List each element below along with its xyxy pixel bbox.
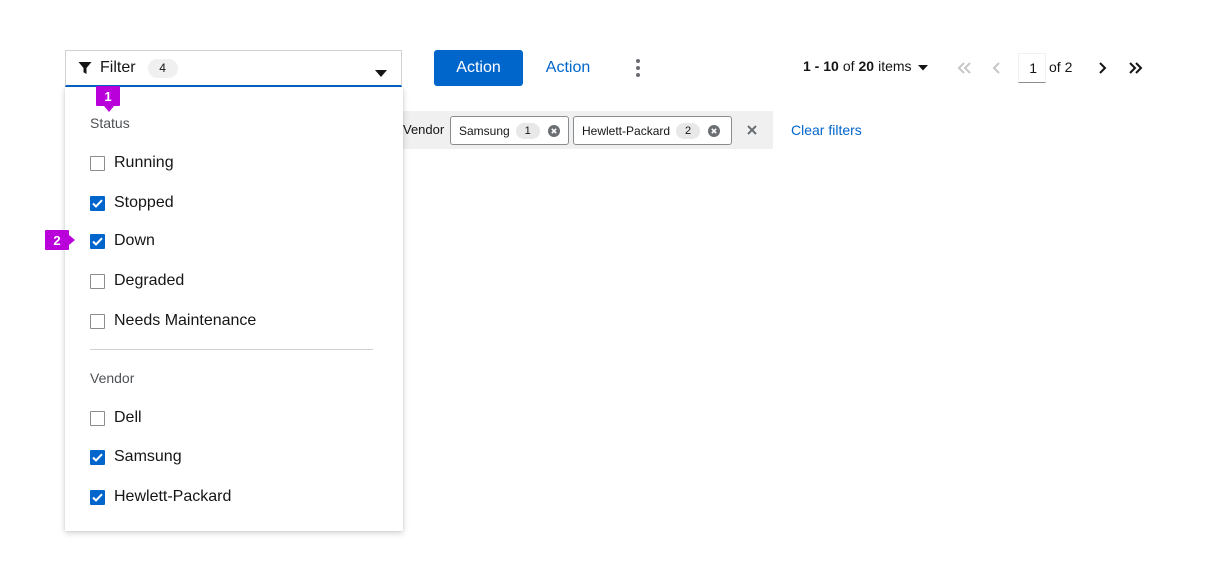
times-icon[interactable] xyxy=(744,122,760,138)
callout-marker-2: 2 xyxy=(45,230,75,250)
checkbox[interactable] xyxy=(90,410,105,426)
times-circle-icon[interactable] xyxy=(708,124,721,137)
filter-toggle[interactable]: Filter 4 xyxy=(65,50,402,87)
option-hewlett-packard[interactable]: Hewlett-Packard xyxy=(90,488,231,506)
filter-icon xyxy=(78,61,92,75)
chip-count-badge: 2 xyxy=(676,122,701,139)
pagination-items-word: items xyxy=(878,58,912,74)
pagination-count-toggle[interactable]: 1 - 10 of 20 items xyxy=(803,58,928,74)
clear-filters-link[interactable]: Clear filters xyxy=(791,122,862,138)
option-label: Needs Maintenance xyxy=(114,312,257,329)
caret-down-icon xyxy=(375,65,387,83)
current-page-input[interactable] xyxy=(1018,53,1046,83)
check-icon[interactable] xyxy=(90,195,105,211)
check-icon[interactable] xyxy=(90,489,105,505)
filter-menu: Status Running Stopped Down Degraded Nee… xyxy=(65,87,403,531)
callout-marker-1: 1 xyxy=(96,86,120,112)
pagination-of-pages: of 2 xyxy=(1049,59,1073,75)
angle-right-icon[interactable] xyxy=(1090,56,1114,80)
check-icon[interactable] xyxy=(90,233,105,249)
times-circle-icon[interactable] xyxy=(547,124,560,137)
option-label: Stopped xyxy=(114,194,174,211)
option-label: Degraded xyxy=(114,272,185,289)
primary-action-button[interactable]: Action xyxy=(434,50,523,86)
chip-hewlett-packard: Hewlett-Packard 2 xyxy=(573,116,732,145)
chip-label: Hewlett-Packard xyxy=(582,123,671,138)
option-running[interactable]: Running xyxy=(90,154,174,172)
kebab-icon[interactable] xyxy=(626,52,650,84)
filter-count-badge: 4 xyxy=(147,58,178,78)
menu-group-title-vendor: Vendor xyxy=(90,370,135,386)
pagination-of: of xyxy=(842,58,855,74)
option-samsung[interactable]: Samsung xyxy=(90,448,182,466)
option-label: Down xyxy=(114,232,155,249)
pagination-range: 1 - 10 xyxy=(803,58,839,74)
checkbox[interactable] xyxy=(90,155,105,171)
angle-left-icon[interactable] xyxy=(985,56,1009,80)
option-down[interactable]: Down xyxy=(90,232,155,250)
check-icon[interactable] xyxy=(90,449,105,465)
option-degraded[interactable]: Degraded xyxy=(90,272,184,290)
chip-samsung: Samsung 1 xyxy=(450,116,569,145)
pagination-total: 20 xyxy=(858,58,875,74)
menu-group-title-status: Status xyxy=(90,115,130,131)
menu-divider xyxy=(90,349,373,350)
option-stopped[interactable]: Stopped xyxy=(90,194,174,212)
option-needs-maintenance[interactable]: Needs Maintenance xyxy=(90,312,256,330)
angle-double-right-icon[interactable] xyxy=(1123,56,1147,80)
checkbox[interactable] xyxy=(90,273,105,289)
filter-label: Filter xyxy=(100,59,136,76)
option-label: Samsung xyxy=(114,448,182,465)
chip-count-badge: 1 xyxy=(515,122,540,139)
checkbox[interactable] xyxy=(90,313,105,329)
chip-label: Samsung xyxy=(459,123,510,138)
caret-down-icon xyxy=(917,58,928,74)
option-label: Hewlett-Packard xyxy=(114,488,232,505)
option-label: Dell xyxy=(114,409,142,426)
angle-double-left-icon[interactable] xyxy=(953,56,977,80)
option-dell[interactable]: Dell xyxy=(90,409,142,427)
secondary-action-button[interactable]: Action xyxy=(534,50,602,86)
chip-group-category: Vendor xyxy=(403,122,445,137)
option-label: Running xyxy=(114,154,174,171)
